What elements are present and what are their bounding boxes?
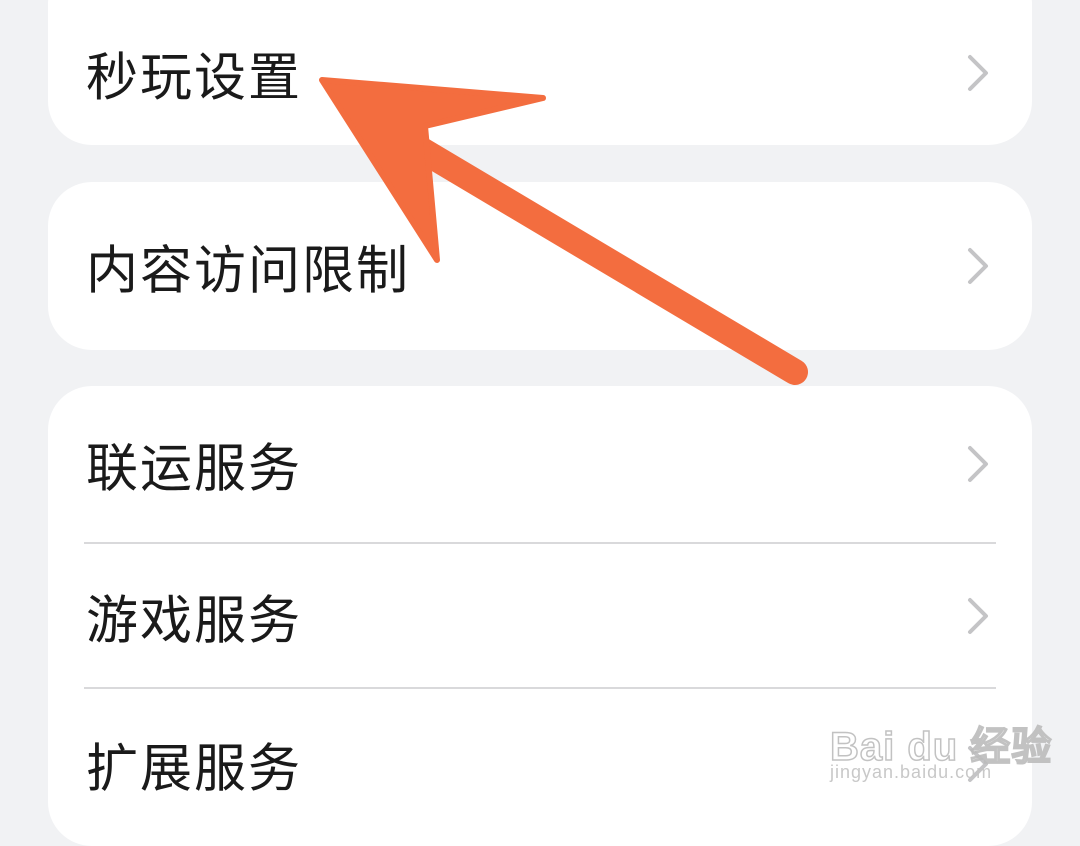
chevron-right-icon bbox=[968, 746, 988, 782]
settings-item-label: 联运服务 bbox=[86, 439, 303, 500]
settings-item-label: 扩展服务 bbox=[86, 739, 303, 800]
settings-item-joint-operation-service[interactable]: 联运服务 bbox=[48, 386, 1032, 542]
settings-item-content-access-limit[interactable]: 内容访问限制 bbox=[48, 182, 1032, 350]
settings-item-instant-play[interactable]: 秒玩设置 bbox=[48, 0, 1032, 145]
settings-item-label: 内容访问限制 bbox=[86, 241, 411, 302]
settings-item-label: 游戏服务 bbox=[86, 591, 303, 651]
settings-group-2: 内容访问限制 bbox=[48, 182, 1032, 350]
chevron-right-icon bbox=[968, 597, 988, 634]
settings-item-label: 秒玩设置 bbox=[86, 48, 303, 108]
chevron-right-icon bbox=[968, 54, 988, 91]
chevron-right-icon bbox=[968, 248, 988, 284]
settings-item-extension-service[interactable]: 扩展服务 bbox=[48, 689, 1032, 839]
chevron-right-icon bbox=[968, 446, 988, 482]
settings-item-game-service[interactable]: 游戏服务 bbox=[48, 544, 1032, 687]
settings-group-1: 秒玩设置 bbox=[48, 0, 1032, 145]
settings-group-3: 联运服务 游戏服务 扩展服务 bbox=[48, 386, 1032, 846]
